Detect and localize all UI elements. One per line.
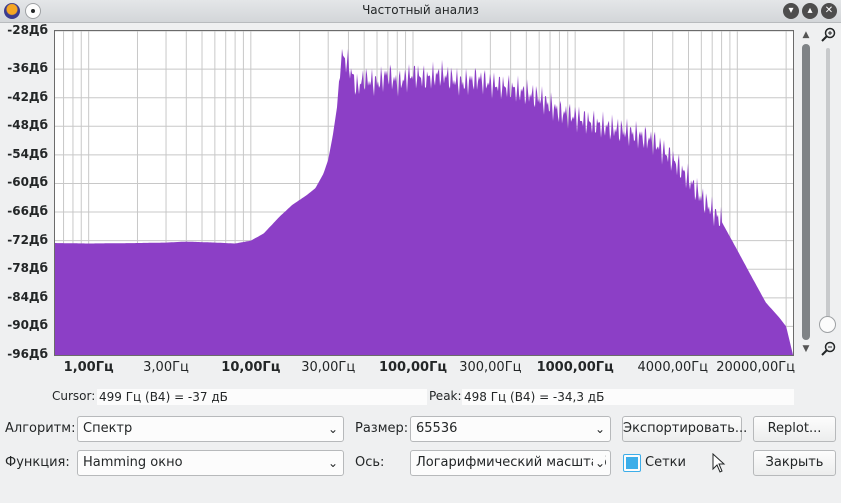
chevron-down-icon: ⌄ bbox=[592, 451, 605, 475]
grid-checkbox[interactable] bbox=[623, 454, 641, 472]
x-tick-label: 10,00Гц bbox=[221, 360, 281, 375]
maximize-button[interactable]: ▴ bbox=[802, 3, 818, 19]
chevron-up-icon: ▴ bbox=[807, 5, 813, 16]
y-tick-label: -90Дб bbox=[7, 318, 48, 333]
y-tick-label: -42Дб bbox=[7, 89, 48, 104]
zoom-out-icon[interactable] bbox=[821, 341, 836, 356]
x-tick-label: 3,00Гц bbox=[143, 360, 189, 375]
export-button[interactable]: Экспортировать... bbox=[622, 416, 747, 442]
window-titlebar: Частотный анализ ▾ ▴ ✕ bbox=[0, 0, 841, 23]
x-tick-label: 100,00Гц bbox=[378, 360, 448, 375]
grid-checkbox-label[interactable]: Сетки bbox=[645, 455, 686, 470]
zoom-slider-track bbox=[826, 48, 830, 318]
mouse-pointer-icon bbox=[712, 453, 726, 473]
x-tick-label: 300,00Гц bbox=[459, 360, 522, 375]
y-tick-label: -28Дб bbox=[7, 23, 48, 37]
spectrum-plot[interactable] bbox=[54, 30, 794, 356]
scroll-up-icon[interactable]: ▲ bbox=[799, 30, 813, 40]
close-window-button[interactable]: ✕ bbox=[821, 3, 837, 19]
zoom-slider[interactable] bbox=[819, 30, 837, 356]
size-label: Размер: bbox=[355, 421, 409, 436]
close-button[interactable]: Закрыть bbox=[753, 450, 836, 476]
axis-value: Логарифмический масштаб bbox=[416, 455, 607, 470]
zoom-slider-knob[interactable] bbox=[819, 316, 836, 333]
peak-readout: 498 Гц (B4) = -34,3 дБ bbox=[462, 389, 794, 405]
function-label: Функция: bbox=[5, 455, 70, 470]
axis-label: Ось: bbox=[355, 455, 385, 470]
scroll-down-icon[interactable]: ▼ bbox=[799, 344, 813, 354]
algorithm-select[interactable]: Спектр ⌄ bbox=[77, 416, 344, 442]
y-tick-label: -48Дб bbox=[7, 118, 48, 133]
axis-select[interactable]: Логарифмический масштаб ⌄ bbox=[410, 450, 611, 476]
peak-label: Peak: bbox=[429, 389, 462, 403]
window-title: Частотный анализ bbox=[362, 3, 479, 17]
spectrum-svg bbox=[55, 31, 793, 355]
chevron-down-icon: ⌄ bbox=[327, 422, 338, 436]
chevron-down-icon: ⌄ bbox=[594, 422, 605, 436]
y-tick-label: -96Дб bbox=[7, 347, 48, 361]
function-select[interactable]: Hamming окно ⌄ bbox=[77, 450, 344, 476]
scroll-handle[interactable] bbox=[802, 44, 810, 340]
x-tick-label: 4000,00Гц bbox=[637, 360, 709, 375]
x-tick-label: 1000,00Гц bbox=[536, 360, 614, 375]
x-tick-label: 30,00Гц bbox=[301, 360, 356, 375]
chevron-down-icon: ⌄ bbox=[327, 456, 338, 470]
size-value: 65536 bbox=[416, 421, 458, 436]
y-tick-label: -66Дб bbox=[7, 204, 48, 219]
checkbox-checked-mark bbox=[626, 457, 638, 469]
size-select[interactable]: 65536 ⌄ bbox=[410, 416, 611, 442]
y-tick-label: -60Дб bbox=[7, 175, 48, 190]
y-tick-label: -54Дб bbox=[7, 146, 48, 161]
close-icon: ✕ bbox=[824, 5, 834, 16]
y-tick-label: -36Дб bbox=[7, 61, 48, 76]
y-tick-label: -84Дб bbox=[7, 289, 48, 304]
chevron-down-icon: ▾ bbox=[788, 5, 794, 16]
cursor-readout: 499 Гц (B4) = -37 дБ bbox=[97, 389, 427, 405]
x-tick-label: 20000,00Гц bbox=[716, 360, 795, 375]
algorithm-value: Спектр bbox=[83, 421, 133, 436]
function-value: Hamming окно bbox=[83, 455, 183, 470]
vertical-scrollbar[interactable]: ▲ ▼ bbox=[799, 30, 813, 356]
y-tick-label: -78Дб bbox=[7, 261, 48, 276]
cursor-label: Cursor: bbox=[52, 389, 96, 403]
y-tick-label: -72Дб bbox=[7, 232, 48, 247]
minimize-button[interactable]: ▾ bbox=[783, 3, 799, 19]
algorithm-label: Алгоритм: bbox=[5, 421, 76, 436]
replot-button[interactable]: Replot... bbox=[753, 416, 836, 442]
x-tick-label: 1,00Гц bbox=[63, 360, 114, 375]
